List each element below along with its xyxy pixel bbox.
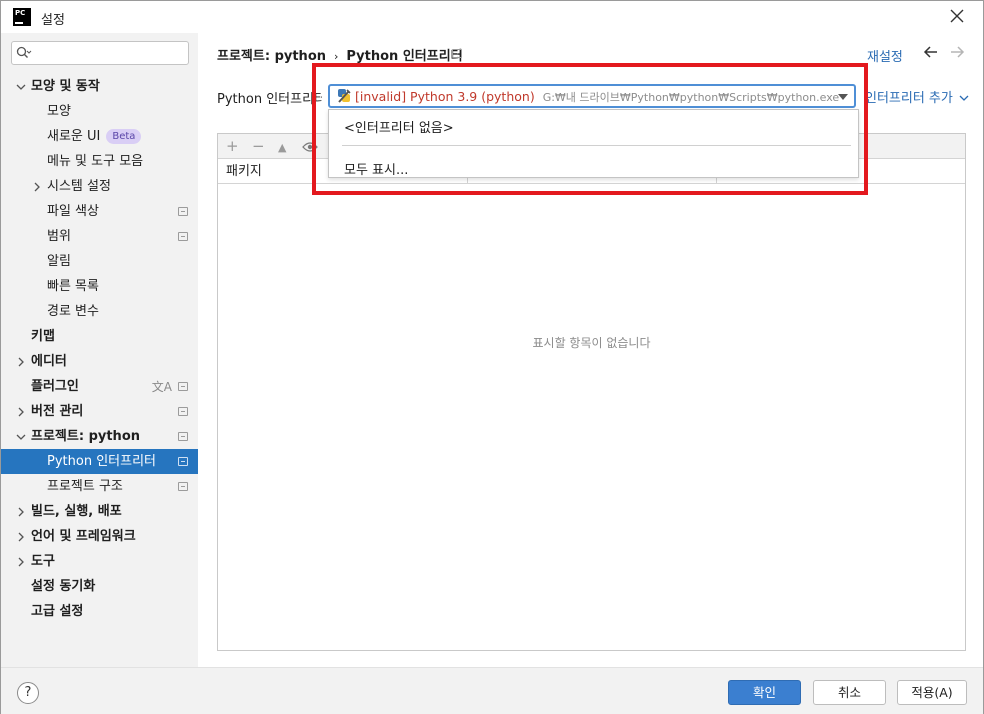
interpreter-dropdown: <인터프리터 없음> 모두 표시... <box>328 109 859 178</box>
sidebar-item-quick-lists[interactable]: 빠른 목록 <box>1 274 198 299</box>
sidebar-item-new-ui[interactable]: 새로운 UI Beta <box>1 124 198 149</box>
sidebar-item-appearance[interactable]: 모양 <box>1 99 198 124</box>
remove-package-icon[interactable]: − <box>252 137 265 155</box>
sidebar-item-languages-frameworks[interactable]: 언어 및 프레임워크 <box>1 524 198 549</box>
breadcrumb-project[interactable]: 프로젝트: python <box>217 49 326 64</box>
upgrade-package-icon[interactable]: ▲ <box>278 139 286 157</box>
chevron-down-icon <box>16 84 26 90</box>
project-scope-icon <box>178 407 188 416</box>
breadcrumb-page: Python 인터프리터 <box>346 49 463 64</box>
reset-link[interactable]: 재설정 <box>867 46 903 65</box>
interpreter-label: Python 인터프리터: <box>217 92 322 107</box>
column-package[interactable]: 패키지 <box>218 159 262 184</box>
dropdown-separator <box>342 145 851 146</box>
chevron-right-icon <box>18 357 24 367</box>
arrow-right-icon[interactable] <box>949 45 965 63</box>
chevron-down-icon <box>959 95 969 101</box>
settings-sidebar: 모양 및 동작 모양 새로운 UI Beta 메뉴 및 도구 모음 시스템 설정 … <box>1 33 198 667</box>
sidebar-item-menus-toolbars[interactable]: 메뉴 및 도구 모음 <box>1 149 198 174</box>
chevron-down-icon <box>16 434 26 440</box>
sidebar-item-notifications[interactable]: 알림 <box>1 249 198 274</box>
project-scope-icon <box>452 49 462 58</box>
search-icon <box>16 46 32 58</box>
project-scope-icon <box>178 382 188 391</box>
sidebar-item-path-variables[interactable]: 경로 변수 <box>1 299 198 324</box>
sidebar-item-tools[interactable]: 도구 <box>1 549 198 574</box>
sidebar-item-python-interpreter[interactable]: Python 인터프리터 <box>1 449 198 474</box>
sidebar-item-build-run-deploy[interactable]: 빌드, 실행, 배포 <box>1 499 198 524</box>
settings-window: PC 설정 모양 및 동작 모양 새로운 UIBeta 메뉴 및 도구 모음 <box>0 0 984 714</box>
breadcrumb-separator: › <box>334 50 339 63</box>
sidebar-item-version-control[interactable]: 버전 관리 <box>1 399 198 424</box>
ok-button[interactable]: 확인 <box>728 680 801 705</box>
sidebar-item-system-settings[interactable]: 시스템 설정 <box>1 174 198 199</box>
title-bar: PC 설정 <box>1 1 983 33</box>
project-scope-icon <box>178 432 188 441</box>
option-no-interpreter[interactable]: <인터프리터 없음> <box>344 117 454 136</box>
arrow-left-icon[interactable] <box>923 45 939 63</box>
chevron-right-icon <box>18 507 24 517</box>
add-interpreter-link[interactable]: 인터프리터 추가 <box>865 87 969 106</box>
chevron-right-icon <box>18 532 24 542</box>
sidebar-item-plugins[interactable]: 플러그인 文A <box>1 374 198 399</box>
apply-button[interactable]: 적용(A) <box>897 680 967 705</box>
project-scope-icon <box>178 207 188 216</box>
sidebar-item-advanced-settings[interactable]: 고급 설정 <box>1 599 198 624</box>
chevron-right-icon <box>18 407 24 417</box>
help-button[interactable]: ? <box>17 682 39 704</box>
packages-panel: + − ▲ 패키지 표시할 항목이 없습니다 <box>217 133 966 651</box>
project-scope-icon <box>178 482 188 491</box>
interpreter-path: G:₩내 드라이브₩Python₩python₩Scripts₩python.e… <box>542 91 840 104</box>
sidebar-item-settings-sync[interactable]: 설정 동기화 <box>1 574 198 599</box>
empty-packages-text: 표시할 항목이 없습니다 <box>532 336 651 350</box>
dialog-footer: ? 확인 취소 적용(A) <box>1 667 983 714</box>
interpreter-combobox[interactable]: [invalid] Python 3.9 (python) G:₩내 드라이브₩… <box>328 84 856 108</box>
beta-badge: Beta <box>106 129 142 144</box>
close-window-icon[interactable] <box>947 6 967 26</box>
sidebar-item-project-structure[interactable]: 프로젝트 구조 <box>1 474 198 499</box>
translate-icon: 文A <box>151 380 172 394</box>
dropdown-arrow-icon <box>838 94 848 100</box>
settings-search-input[interactable] <box>11 41 189 65</box>
add-package-icon[interactable]: + <box>226 137 239 155</box>
breadcrumb: 프로젝트: python › Python 인터프리터 <box>217 45 463 64</box>
sidebar-item-scopes[interactable]: 범위 <box>1 224 198 249</box>
project-scope-icon <box>178 457 188 466</box>
sidebar-item-file-colors[interactable]: 파일 색상 <box>1 199 198 224</box>
sidebar-item-keymap[interactable]: 키맵 <box>1 324 198 349</box>
sidebar-item-appearance-behavior[interactable]: 모양 및 동작 <box>1 74 198 99</box>
chevron-right-icon <box>18 557 24 567</box>
sidebar-item-project-python[interactable]: 프로젝트: python <box>1 424 198 449</box>
window-title: 설정 <box>41 13 65 28</box>
python-invalid-icon <box>338 89 351 103</box>
option-show-all[interactable]: 모두 표시... <box>344 159 408 178</box>
project-scope-icon <box>178 232 188 241</box>
eye-icon[interactable] <box>302 139 318 157</box>
chevron-right-icon <box>34 182 40 192</box>
sidebar-item-editor[interactable]: 에디터 <box>1 349 198 374</box>
invalid-interpreter-text: [invalid] Python 3.9 (python) <box>355 89 535 104</box>
pycharm-logo-icon: PC <box>13 8 31 26</box>
cancel-button[interactable]: 취소 <box>813 680 886 705</box>
